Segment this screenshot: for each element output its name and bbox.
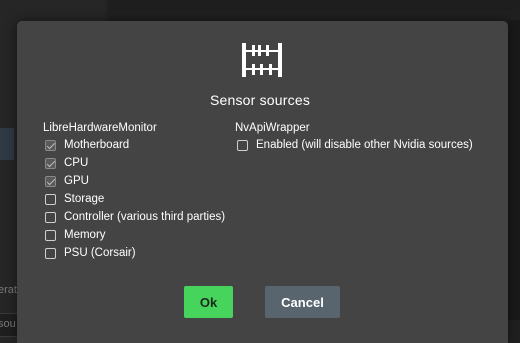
- ok-button[interactable]: Ok: [184, 286, 233, 318]
- checkbox-label: Storage: [64, 193, 105, 205]
- background-selected-item: [0, 128, 14, 160]
- checkbox-label: Memory: [64, 229, 106, 241]
- background-text-1: erat: [0, 284, 17, 296]
- background-scrollbar: [508, 20, 520, 320]
- checkbox-gpu[interactable]: GPU: [45, 173, 89, 189]
- checkbox-unchecked-icon[interactable]: [45, 211, 56, 223]
- checkbox-checked-icon[interactable]: [45, 139, 56, 151]
- checkbox-controller[interactable]: Controller (various third parties): [45, 209, 225, 225]
- checkbox-nvapi-enabled[interactable]: Enabled (will disable other Nvidia sourc…: [237, 137, 473, 153]
- abacus-icon: [242, 43, 282, 77]
- checkbox-label: Enabled (will disable other Nvidia sourc…: [256, 139, 473, 151]
- checkbox-unchecked-icon[interactable]: [237, 139, 248, 151]
- checkbox-motherboard[interactable]: Motherboard: [45, 137, 129, 153]
- checkbox-memory[interactable]: Memory: [45, 227, 106, 243]
- checkbox-cpu[interactable]: CPU: [45, 155, 88, 171]
- checkbox-checked-icon[interactable]: [45, 157, 56, 169]
- checkbox-label: Motherboard: [64, 139, 130, 151]
- checkbox-unchecked-icon[interactable]: [45, 247, 56, 259]
- checkbox-checked-icon[interactable]: [45, 175, 56, 187]
- background-text-2: sou: [0, 318, 16, 330]
- checkbox-unchecked-icon[interactable]: [45, 229, 56, 241]
- checkbox-unchecked-icon[interactable]: [45, 193, 56, 205]
- checkbox-label: PSU (Corsair): [64, 247, 136, 259]
- group-title-nvapi: NvApiWrapper: [235, 122, 310, 134]
- checkbox-storage[interactable]: Storage: [45, 191, 104, 207]
- group-title-libre: LibreHardwareMonitor: [43, 122, 157, 134]
- checkbox-psu[interactable]: PSU (Corsair): [45, 245, 136, 261]
- cancel-button[interactable]: Cancel: [265, 286, 340, 318]
- dialog-title: Sensor sources: [209, 92, 311, 108]
- checkbox-label: GPU: [64, 175, 89, 187]
- checkbox-label: CPU: [64, 157, 89, 169]
- background-header: [108, 0, 520, 10]
- checkbox-label: Controller (various third parties): [64, 211, 226, 223]
